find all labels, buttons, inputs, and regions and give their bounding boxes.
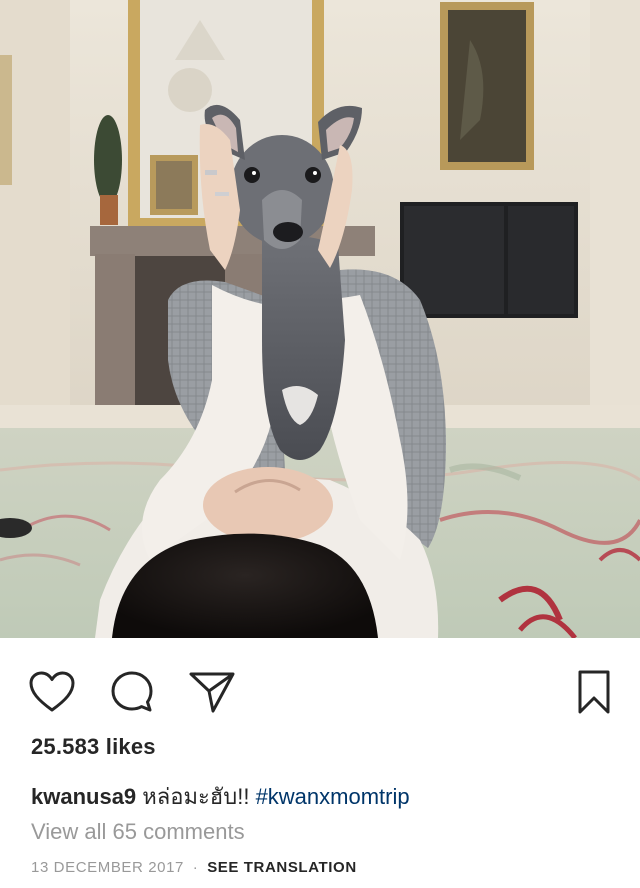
post-meta: 13 DECEMBER 2017 · SEE TRANSLATION — [31, 859, 357, 876]
post-action-bar — [0, 638, 640, 734]
post-caption: kwanusa9 หล่อมะฮับ!! #kwanxmomtrip — [31, 779, 410, 814]
bookmark-outline-icon[interactable] — [568, 666, 620, 718]
caption-text: หล่อมะฮับ!! — [142, 784, 250, 809]
post-photo[interactable] — [0, 0, 640, 638]
post-photo-illustration — [0, 0, 640, 638]
heart-outline-icon[interactable] — [26, 666, 78, 718]
speech-bubble-icon[interactable] — [106, 666, 158, 718]
view-all-comments-link[interactable]: View all 65 comments — [31, 819, 245, 845]
caption-hashtag[interactable]: #kwanxmomtrip — [256, 784, 410, 809]
caption-username[interactable]: kwanusa9 — [31, 784, 136, 809]
likes-count[interactable]: 25.583 likes — [31, 734, 156, 760]
paper-plane-icon[interactable] — [186, 666, 238, 718]
post-date: 13 DECEMBER 2017 — [31, 859, 185, 876]
meta-separator: · — [192, 859, 199, 876]
see-translation-link[interactable]: SEE TRANSLATION — [207, 859, 357, 876]
